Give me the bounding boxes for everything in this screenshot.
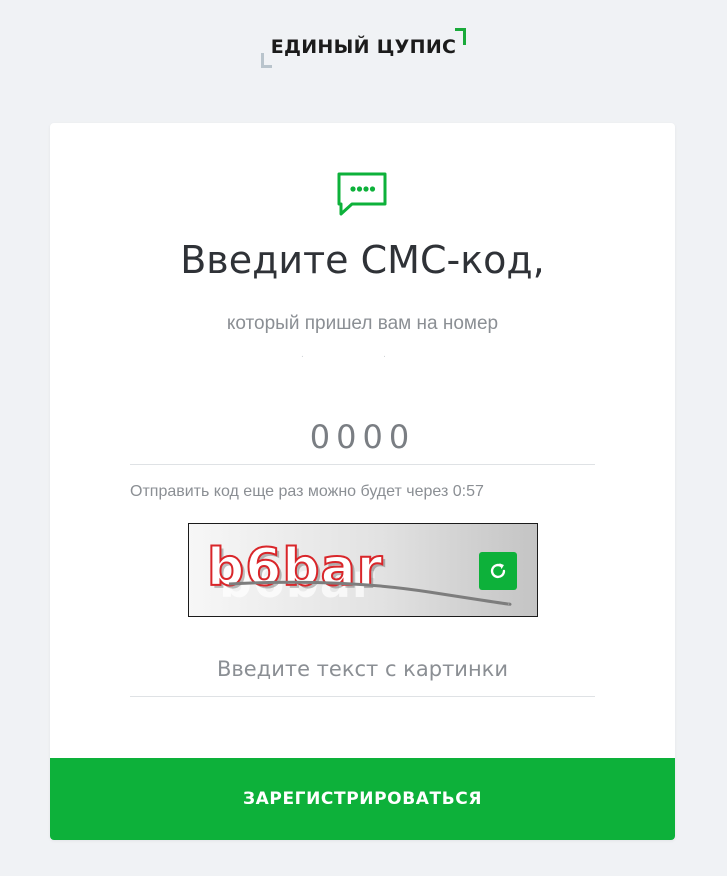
captcha-input[interactable] [130,641,595,697]
sms-chat-icon [337,172,387,216]
logo: ЕДИНЫЙ ЦУПИС [0,28,727,68]
captcha-image: b6bar b6bar [188,523,538,617]
captcha-refresh-button[interactable] [479,552,517,590]
page-title: Введите СМС-код, [180,238,545,282]
refresh-icon [490,563,506,579]
logo-mark: ЕДИНЫЙ ЦУПИС [260,28,467,68]
logo-text: ЕДИНЫЙ ЦУПИС [270,36,457,58]
sms-code-input[interactable] [130,409,595,465]
register-button[interactable]: ЗАРЕГИСТРИРОВАТЬСЯ [50,758,675,840]
resend-timer-text: Отправить код еще раз можно будет через … [130,483,484,500]
subtitle: который пришел вам на номер [226,313,499,334]
masked-phone-number: · · [300,351,425,362]
logo-corner-left [260,53,272,68]
sms-confirmation-card: Введите СМС-код, который пришел вам на н… [50,123,675,840]
logo-corner-right [455,28,467,45]
